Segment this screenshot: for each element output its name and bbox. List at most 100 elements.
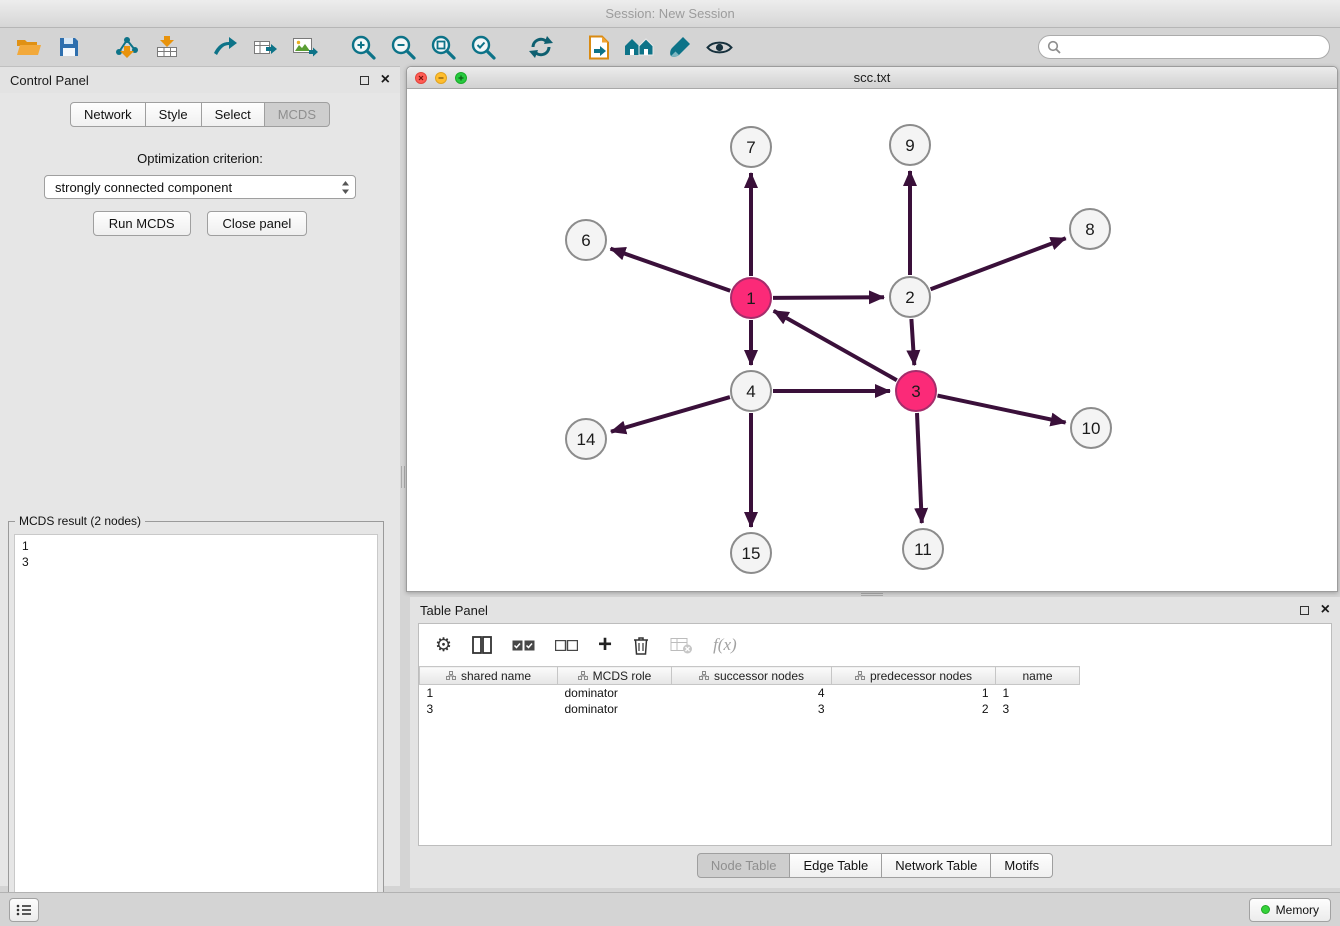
zoom-traffic-light-icon[interactable] <box>455 72 467 84</box>
memory-status-icon <box>1261 905 1270 914</box>
edge-3-1[interactable] <box>774 311 897 380</box>
edge-2-8[interactable] <box>931 238 1066 289</box>
column-header-predecessor-nodes[interactable]: predecessor nodes <box>832 667 996 685</box>
edge-2-3[interactable] <box>911 319 914 365</box>
run-mcds-button[interactable]: Run MCDS <box>93 211 191 236</box>
minimize-traffic-light-icon[interactable] <box>435 72 447 84</box>
save-session-button[interactable] <box>50 31 88 63</box>
document-share-icon <box>588 35 610 60</box>
edge-3-10[interactable] <box>938 396 1066 423</box>
column-header-shared-name[interactable]: shared name <box>420 667 558 685</box>
cell-predecessor_nodes: 2 <box>832 701 996 717</box>
column-header-mcds-role[interactable]: MCDS role <box>558 667 672 685</box>
table-panel-title: Table Panel <box>420 603 488 618</box>
zoom-in-button[interactable] <box>344 31 382 63</box>
columns-icon <box>472 636 492 654</box>
cell-successor_nodes: 3 <box>672 701 832 717</box>
column-label: successor nodes <box>714 669 804 683</box>
memory-button[interactable]: Memory <box>1249 898 1331 922</box>
column-header-successor-nodes[interactable]: successor nodes <box>672 667 832 685</box>
add-column-button[interactable]: + <box>598 633 612 657</box>
tab-mcds[interactable]: MCDS <box>264 102 330 127</box>
criterion-dropdown[interactable]: strongly connected component <box>44 175 356 199</box>
gear-icon: ⚙ <box>435 636 452 655</box>
table-row[interactable]: 1dominator411 <box>420 685 1080 701</box>
search-box[interactable] <box>1038 35 1330 59</box>
node-label-10: 10 <box>1082 419 1101 438</box>
export-image-button[interactable] <box>286 31 324 63</box>
export-table-button[interactable] <box>246 31 284 63</box>
float-panel-icon[interactable] <box>360 76 369 85</box>
tab-network-table[interactable]: Network Table <box>881 853 991 878</box>
close-traffic-light-icon[interactable] <box>415 72 427 84</box>
open-session-button[interactable] <box>10 31 48 63</box>
deselect-all-button[interactable] <box>555 640 578 651</box>
column-type-icon <box>446 671 456 680</box>
function-icon: f(x) <box>713 635 737 655</box>
delete-table-button[interactable] <box>670 636 693 654</box>
import-table-button[interactable] <box>148 31 186 63</box>
splitter-grip[interactable] <box>401 466 405 488</box>
function-builder-button[interactable]: f(x) <box>713 635 737 655</box>
table-row[interactable]: 3dominator323 <box>420 701 1080 717</box>
zoom-selected-button[interactable] <box>464 31 502 63</box>
control-panel-title: Control Panel <box>10 73 89 88</box>
tab-edge-table[interactable]: Edge Table <box>789 853 882 878</box>
chevron-up-down-icon <box>341 180 350 195</box>
column-header-name[interactable]: name <box>996 667 1080 685</box>
select-all-icon <box>512 640 535 651</box>
tab-style[interactable]: Style <box>145 102 202 127</box>
paint-brush-icon <box>668 36 691 59</box>
zoom-out-icon <box>390 34 417 61</box>
select-all-button[interactable] <box>512 640 535 651</box>
status-bar: Memory <box>0 892 1340 926</box>
splitter-grip[interactable] <box>861 593 883 596</box>
window-title: Session: New Session <box>605 6 734 21</box>
delete-column-button[interactable] <box>632 635 650 656</box>
close-panel-icon[interactable]: × <box>381 72 390 88</box>
network-window-title: scc.txt <box>407 70 1337 85</box>
copy-style-button[interactable] <box>580 31 618 63</box>
toolbar-separator <box>562 33 578 61</box>
memory-label: Memory <box>1276 903 1319 917</box>
cell-successor_nodes: 4 <box>672 685 832 701</box>
refresh-layout-button[interactable] <box>522 31 560 63</box>
tab-network[interactable]: Network <box>70 102 146 127</box>
show-graphics-details-button[interactable] <box>700 31 738 63</box>
edge-3-11[interactable] <box>917 413 922 523</box>
node-label-8: 8 <box>1085 220 1094 239</box>
network-graph[interactable]: 7968124314101511 <box>407 89 1337 591</box>
trash-icon <box>632 635 650 656</box>
search-input[interactable] <box>1066 40 1321 55</box>
eye-icon <box>706 39 733 56</box>
edge-1-6[interactable] <box>611 249 731 291</box>
first-neighbors-button[interactable] <box>620 31 658 63</box>
paint-style-button[interactable] <box>660 31 698 63</box>
edge-4-14[interactable] <box>611 397 730 432</box>
control-panel-tabs: Network Style Select MCDS <box>0 102 400 127</box>
cell-name: 1 <box>996 685 1080 701</box>
column-label: shared name <box>461 669 531 683</box>
close-panel-button[interactable]: Close panel <box>207 211 308 236</box>
close-panel-icon[interactable]: × <box>1321 602 1330 618</box>
zoom-fit-button[interactable] <box>424 31 462 63</box>
tab-motifs[interactable]: Motifs <box>990 853 1053 878</box>
show-columns-button[interactable] <box>472 636 492 654</box>
deselect-all-icon <box>555 640 578 651</box>
tab-select[interactable]: Select <box>201 102 265 127</box>
network-canvas[interactable]: 7968124314101511 <box>407 89 1337 591</box>
import-table-icon <box>155 35 179 59</box>
table-mode-button[interactable]: ⚙ <box>435 636 452 655</box>
column-type-icon <box>855 671 865 680</box>
application-window: Session: New Session <box>0 0 1340 926</box>
node-label-1: 1 <box>746 289 755 308</box>
import-network-button[interactable] <box>108 31 146 63</box>
toolbar-separator <box>326 33 342 61</box>
new-network-button[interactable] <box>206 31 244 63</box>
tab-node-table[interactable]: Node Table <box>697 853 791 878</box>
edge-1-2[interactable] <box>773 297 884 298</box>
cell-predecessor_nodes: 1 <box>832 685 996 701</box>
float-panel-icon[interactable] <box>1300 606 1309 615</box>
task-history-button[interactable] <box>9 898 39 922</box>
zoom-out-button[interactable] <box>384 31 422 63</box>
